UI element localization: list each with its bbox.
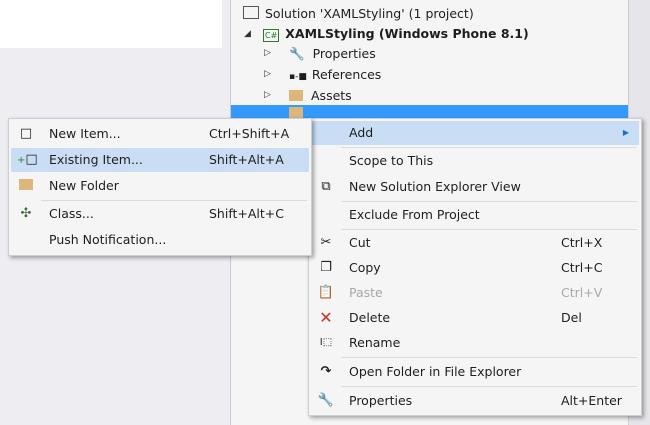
new-folder-icon (17, 174, 35, 198)
new-view-icon: ⧉ (321, 179, 331, 194)
menu-label: New Item... (49, 126, 121, 141)
menu-label: Delete (349, 310, 391, 325)
menu-shortcut: Alt+Enter (561, 393, 622, 408)
menu-label: Paste (349, 285, 383, 300)
references-icon: ▪-■ (289, 72, 307, 82)
menu-item-new-item[interactable]: □ New Item... Ctrl+Shift+A (11, 122, 309, 146)
menu-label: New Folder (49, 178, 119, 193)
menu-item-push-notification[interactable]: Push Notification... (11, 228, 309, 252)
menu-label: Rename (349, 335, 401, 350)
menu-item-existing-item[interactable]: +□ Existing Item... Shift+Alt+A (11, 148, 309, 172)
separator (341, 357, 637, 358)
separator (341, 386, 637, 387)
separator (341, 201, 637, 202)
menu-label: Open Folder in File Explorer (349, 364, 522, 379)
menu-shortcut: Ctrl+Shift+A (209, 126, 290, 141)
paste-icon: 📋 (317, 285, 335, 300)
editor-area (0, 0, 222, 48)
menu-item-open-folder[interactable]: ↷ Open Folder in File Explorer (311, 360, 639, 384)
copy-icon: ❐ (320, 260, 332, 275)
context-menu: Add ▶ Scope to This ⧉ New Solution Explore… (308, 118, 642, 416)
menu-item-add[interactable]: Add ▶ (311, 121, 639, 145)
rename-icon: I⬚ (319, 337, 333, 348)
menu-item-cut[interactable]: ✂ Cut Ctrl+X (311, 231, 639, 255)
solution-label: Solution 'XAMLStyling' (1 project) (265, 6, 474, 21)
menu-label: Cut (349, 235, 371, 250)
separator (341, 229, 637, 230)
menu-label: Scope to This (349, 153, 434, 168)
menu-shortcut: Shift+Alt+C (209, 206, 285, 221)
submenu-arrow-icon: ▶ (622, 128, 629, 137)
new-item-icon: □ (19, 126, 33, 141)
delete-x-icon: ✕ (319, 308, 333, 327)
menu-label: New Solution Explorer View (349, 179, 521, 194)
menu-item-rename[interactable]: I⬚ Rename (311, 331, 639, 355)
menu-label: Copy (349, 260, 381, 275)
menu-item-exclude[interactable]: Exclude From Project (311, 203, 639, 227)
expand-arrow-icon[interactable]: ▷ (264, 69, 271, 79)
menu-item-delete[interactable]: ✕ Delete Del (311, 306, 639, 330)
menu-shortcut: Ctrl+X (561, 235, 603, 250)
folder-icon (289, 90, 303, 101)
tree-item-label: Properties (312, 46, 376, 61)
csharp-project-icon: C# (263, 29, 280, 42)
tree-project[interactable]: C# XAMLStyling (Windows Phone 8.1) (263, 24, 529, 44)
tree-item-references[interactable]: ▪-■ References (289, 65, 381, 85)
menu-label: Class... (49, 206, 94, 221)
class-icon: ✣ (20, 206, 32, 221)
tree-item-label: Assets (311, 88, 352, 103)
menu-item-copy[interactable]: ❐ Copy Ctrl+C (311, 256, 639, 280)
wrench-icon: 🔧 (289, 46, 305, 61)
tree-solution[interactable]: Solution 'XAMLStyling' (1 project) (243, 4, 474, 24)
menu-label: Add (349, 125, 374, 140)
menu-item-paste: 📋 Paste Ctrl+V (311, 281, 639, 305)
expand-arrow-icon[interactable]: ▷ (264, 90, 271, 100)
menu-item-class[interactable]: ✣ Class... Shift+Alt+C (11, 202, 309, 226)
menu-item-new-folder[interactable]: New Folder (11, 174, 309, 198)
redo-arrow-icon: ↷ (320, 364, 332, 379)
separator (341, 147, 637, 148)
separator (41, 200, 307, 201)
tree-item-images-selected[interactable] (231, 105, 629, 119)
wrench-icon: 🔧 (317, 393, 335, 408)
menu-label: Existing Item... (49, 152, 143, 167)
solution-icon (243, 6, 259, 19)
collapse-arrow-icon[interactable]: ◢ (244, 29, 251, 39)
menu-label: Exclude From Project (349, 207, 480, 222)
project-label: XAMLStyling (Windows Phone 8.1) (285, 26, 529, 41)
menu-shortcut: Ctrl+V (561, 285, 603, 300)
add-submenu: □ New Item... Ctrl+Shift+A +□ Existing Item… (8, 118, 312, 256)
tree-item-properties[interactable]: 🔧 Properties (289, 44, 376, 64)
menu-shortcut: Ctrl+C (561, 260, 603, 275)
menu-item-properties[interactable]: 🔧 Properties Alt+Enter (311, 389, 639, 413)
existing-item-icon: +□ (17, 152, 38, 167)
menu-item-new-view[interactable]: ⧉ New Solution Explorer View (311, 175, 639, 199)
menu-shortcut: Del (561, 310, 582, 325)
menu-label: Push Notification... (49, 232, 167, 247)
menu-item-scope[interactable]: Scope to This (311, 149, 639, 173)
tree-item-assets[interactable]: Assets (289, 86, 352, 106)
menu-label: Properties (349, 393, 413, 408)
tree-item-label: References (311, 67, 382, 82)
scissors-icon: ✂ (320, 235, 332, 250)
expand-arrow-icon[interactable]: ▷ (264, 48, 271, 58)
menu-shortcut: Shift+Alt+A (209, 152, 284, 167)
